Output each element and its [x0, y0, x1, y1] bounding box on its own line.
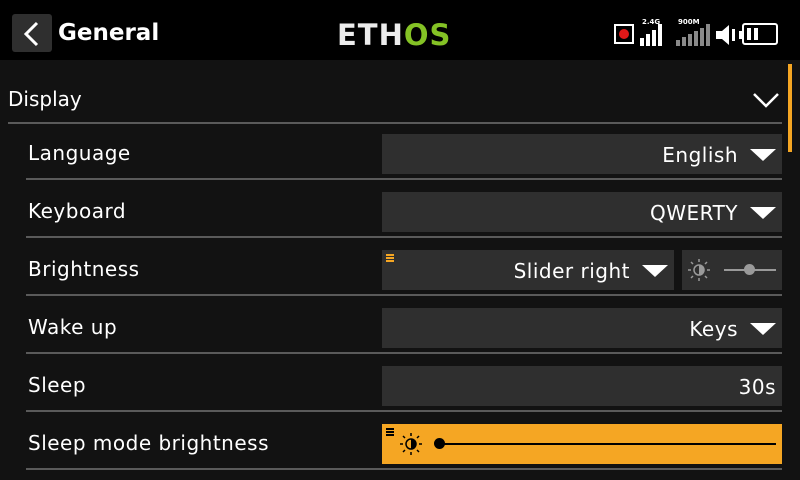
brightness-icon [400, 433, 422, 455]
field-value: 30s [738, 375, 776, 399]
row-label: Sleep [28, 373, 87, 397]
brightness-source-select[interactable]: Slider right [382, 250, 674, 290]
select-value: Keys [689, 317, 738, 341]
row-label: Keyboard [28, 199, 127, 223]
settings-panel: Display Language English Keyboard QWERTY… [0, 60, 800, 480]
select-value: QWERTY [649, 201, 738, 225]
brightness-preview-slider[interactable] [682, 250, 782, 290]
top-bar: General ETHOS 2.4G 900M [0, 0, 800, 60]
page-title: General [58, 20, 160, 46]
slider-knob[interactable] [744, 264, 755, 275]
record-icon [614, 24, 634, 44]
back-arrow-icon [23, 21, 39, 47]
section-title: Display [8, 87, 82, 111]
ethos-logo: ETHOS [337, 18, 452, 52]
divider [26, 178, 782, 180]
row-sleep: Sleep 30s [26, 356, 782, 412]
scrollbar[interactable] [788, 64, 792, 152]
dropdown-arrow-icon [642, 265, 668, 277]
slider-knob[interactable] [434, 438, 445, 449]
row-label: Brightness [28, 257, 140, 281]
menu-lines-icon [386, 428, 394, 436]
row-language: Language English [26, 124, 782, 180]
row-label: Language [28, 141, 131, 165]
signal-900-bars-icon [676, 24, 712, 46]
select-value: English [662, 143, 738, 167]
battery-icon [739, 23, 778, 45]
divider [26, 468, 782, 470]
row-sleep-mode-brightness: Sleep mode brightness [26, 414, 782, 470]
wake-up-select[interactable]: Keys [382, 308, 782, 348]
keyboard-select[interactable]: QWERTY [382, 192, 782, 232]
row-keyboard: Keyboard QWERTY [26, 182, 782, 238]
row-label: Wake up [28, 315, 118, 339]
row-wake-up: Wake up Keys [26, 298, 782, 354]
dropdown-arrow-icon [750, 323, 776, 335]
signal-24-bars-icon [640, 24, 664, 46]
dropdown-arrow-icon [750, 207, 776, 219]
divider [26, 410, 782, 412]
speaker-icon [716, 25, 735, 45]
back-button[interactable] [12, 14, 52, 52]
sleep-value-field[interactable]: 30s [382, 366, 782, 406]
dropdown-arrow-icon [750, 149, 776, 161]
language-select[interactable]: English [382, 134, 782, 174]
row-brightness: Brightness Slider right [26, 240, 782, 296]
menu-lines-icon [386, 254, 394, 262]
brightness-icon [688, 259, 710, 281]
sleep-brightness-slider[interactable] [382, 424, 782, 464]
slider-track [438, 443, 776, 445]
chevron-down-icon[interactable] [752, 92, 780, 108]
divider [26, 236, 782, 238]
divider [26, 294, 782, 296]
display-section-header[interactable]: Display [0, 64, 788, 124]
divider [26, 352, 782, 354]
row-label: Sleep mode brightness [28, 431, 269, 455]
select-value: Slider right [513, 259, 630, 283]
